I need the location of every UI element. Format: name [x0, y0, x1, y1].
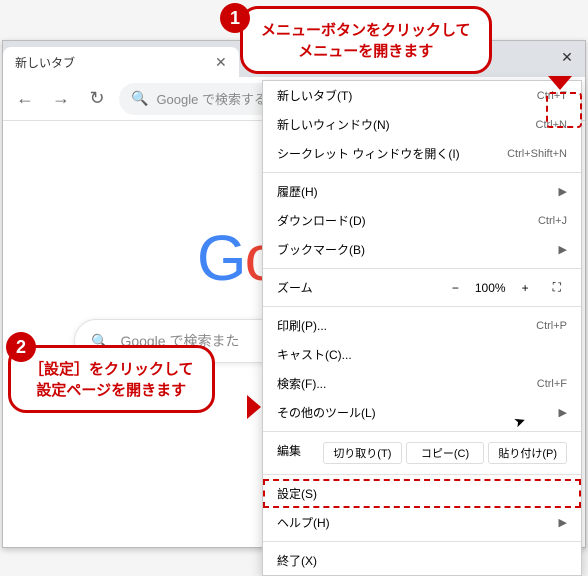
annotation-callout-2: ［設定］をクリックして 設定ページを開きます	[8, 345, 215, 413]
menu-exit[interactable]: 終了(X)	[263, 546, 581, 575]
menu-bookmarks[interactable]: ブックマーク(B) ▶	[263, 235, 581, 264]
logo-letter: G	[197, 222, 245, 294]
close-tab-icon[interactable]: ✕	[215, 54, 227, 71]
zoom-value: 100%	[475, 281, 506, 295]
menu-label: 検索(F)...	[277, 375, 326, 392]
menu-cast[interactable]: キャスト(C)...	[263, 340, 581, 369]
annotation-badge-2: 2	[6, 332, 36, 362]
menu-history[interactable]: 履歴(H) ▶	[263, 177, 581, 206]
menu-settings[interactable]: 設定(S)	[263, 479, 581, 508]
menu-label: キャスト(C)...	[277, 346, 352, 363]
chevron-right-icon: ▶	[559, 406, 567, 419]
tab-title: 新しいタブ	[15, 54, 75, 71]
callout-text: ［設定］をクリックして 設定ページを開きます	[29, 361, 194, 399]
menu-separator	[263, 541, 581, 542]
cut-button[interactable]: 切り取り(T)	[323, 442, 402, 464]
menu-separator	[263, 431, 581, 432]
menu-more-tools[interactable]: その他のツール(L) ▶	[263, 398, 581, 427]
menu-find[interactable]: 検索(F)... Ctrl+F	[263, 369, 581, 398]
menu-edit-row: 編集 切り取り(T) コピー(C) 貼り付け(P)	[263, 436, 581, 470]
menu-downloads[interactable]: ダウンロード(D) Ctrl+J	[263, 206, 581, 235]
menu-label: 印刷(P)...	[277, 317, 327, 334]
menu-help[interactable]: ヘルプ(H) ▶	[263, 508, 581, 537]
zoom-in-button[interactable]: +	[514, 281, 537, 295]
menu-shortcut: Ctrl+P	[536, 320, 567, 332]
annotation-highlight-menu	[546, 92, 582, 128]
menu-label: 新しいタブ(T)	[277, 87, 352, 104]
window-close-button[interactable]: ✕	[549, 41, 585, 73]
menu-label: ダウンロード(D)	[277, 212, 366, 229]
copy-button[interactable]: コピー(C)	[406, 442, 485, 464]
menu-separator	[263, 306, 581, 307]
back-button[interactable]: ←	[11, 85, 39, 113]
search-icon: 🔍	[131, 90, 148, 107]
fullscreen-icon[interactable]: ⛶	[545, 280, 567, 295]
window-controls: ✕	[549, 41, 585, 73]
menu-label: 新しいウィンドウ(N)	[277, 116, 390, 133]
callout-text: メニューボタンをクリックして メニューを開きます	[261, 22, 471, 60]
menu-label: 設定(S)	[277, 485, 317, 502]
annotation-callout-1: メニューボタンをクリックして メニューを開きます	[240, 6, 492, 74]
menu-shortcut: Ctrl+F	[537, 378, 567, 390]
annotation-badge-1: 1	[220, 3, 250, 33]
menu-label: その他のツール(L)	[277, 404, 376, 421]
menu-zoom: ズーム − 100% + ⛶	[263, 273, 581, 302]
menu-shortcut: Ctrl+Shift+N	[507, 148, 567, 160]
callout-pointer-2	[247, 395, 261, 419]
menu-label: ヘルプ(H)	[277, 514, 330, 531]
menu-new-window[interactable]: 新しいウィンドウ(N) Ctrl+N	[263, 110, 581, 139]
paste-button[interactable]: 貼り付け(P)	[488, 442, 567, 464]
chevron-right-icon: ▶	[559, 185, 567, 198]
menu-label: シークレット ウィンドウを開く(I)	[277, 145, 460, 162]
forward-button[interactable]: →	[47, 85, 75, 113]
reload-button[interactable]: ↻	[83, 85, 111, 113]
menu-separator	[263, 474, 581, 475]
zoom-label: ズーム	[277, 279, 436, 296]
menu-print[interactable]: 印刷(P)... Ctrl+P	[263, 311, 581, 340]
chrome-menu: 新しいタブ(T) Ctrl+T 新しいウィンドウ(N) Ctrl+N シークレッ…	[262, 80, 582, 576]
chevron-right-icon: ▶	[559, 243, 567, 256]
menu-incognito[interactable]: シークレット ウィンドウを開く(I) Ctrl+Shift+N	[263, 139, 581, 168]
menu-separator	[263, 268, 581, 269]
menu-separator	[263, 172, 581, 173]
menu-shortcut: Ctrl+J	[538, 215, 567, 227]
browser-tab[interactable]: 新しいタブ ✕	[3, 47, 239, 77]
menu-label: ブックマーク(B)	[277, 241, 365, 258]
menu-label: 終了(X)	[277, 552, 317, 569]
callout-pointer-1	[548, 76, 572, 90]
zoom-out-button[interactable]: −	[444, 281, 467, 295]
chevron-right-icon: ▶	[559, 516, 567, 529]
menu-label: 履歴(H)	[277, 183, 318, 200]
edit-label: 編集	[277, 442, 319, 464]
menu-new-tab[interactable]: 新しいタブ(T) Ctrl+T	[263, 81, 581, 110]
